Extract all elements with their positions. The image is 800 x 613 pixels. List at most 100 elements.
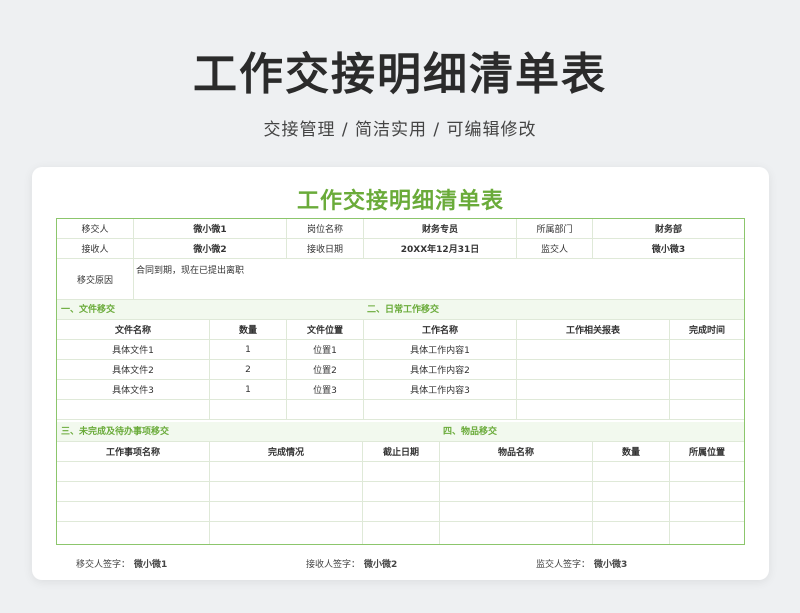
work-time-cell[interactable] [670,400,744,420]
section-work-title: 二、日常工作移交 [367,305,440,315]
file-location-cell[interactable]: 位置1 [287,340,364,360]
item-location-cell[interactable] [670,482,744,502]
table-row [57,400,744,420]
todo-name-cell[interactable] [57,522,210,544]
label-supervisor: 监交人 [517,239,593,259]
item-qty-cell[interactable] [593,522,670,544]
label-receive-date: 接收日期 [287,239,364,259]
value-supervisor[interactable]: 微小微3 [593,239,744,259]
file-qty-cell[interactable]: 2 [210,360,287,380]
sheet-title: 工作交接明细清单表 [296,189,504,214]
work-time-cell[interactable] [670,340,744,360]
signature-receiver-value[interactable]: 微小微2 [364,560,397,570]
section-files-title: 一、文件移交 [61,305,116,315]
file-name-cell[interactable]: 具体文件3 [57,380,210,400]
table-row [57,522,744,544]
label-department: 所属部门 [517,219,593,239]
todo-deadline-cell[interactable] [363,482,440,502]
file-name-cell[interactable]: 具体文件2 [57,360,210,380]
work-name-cell[interactable]: 具体工作内容1 [364,340,517,360]
item-location-cell[interactable] [670,462,744,482]
label-receiver: 接收人 [57,239,134,259]
section-todo-title: 三、未完成及待办事项移交 [61,427,170,437]
file-name-cell[interactable]: 具体文件1 [57,340,210,360]
header-item-location: 所属位置 [670,442,744,462]
label-reason: 移交原因 [57,259,134,300]
info-row-1: 移交人 微小微1 岗位名称 财务专员 所属部门 财务部 [57,219,744,239]
todo-status-cell[interactable] [210,482,363,502]
signature-handover: 移交人签字： 微小微1 [76,557,167,570]
todo-status-cell[interactable] [210,522,363,544]
section-items-title: 四、物品移交 [443,427,498,437]
work-name-cell[interactable] [364,400,517,420]
work-time-cell[interactable] [670,360,744,380]
value-receiver[interactable]: 微小微2 [134,239,287,259]
file-location-cell[interactable]: 位置2 [287,360,364,380]
table-row [57,502,744,522]
signature-receiver-label: 接收人签字： [306,560,361,570]
header-work-report: 工作相关报表 [517,320,670,340]
table-row: 具体文件1 1 位置1 具体工作内容1 [57,340,744,360]
item-location-cell[interactable] [670,502,744,522]
table-row: 具体文件3 1 位置3 具体工作内容3 [57,380,744,400]
info-row-2: 接收人 微小微2 接收日期 20XX年12月31日 监交人 微小微3 [57,239,744,259]
label-position: 岗位名称 [287,219,364,239]
file-qty-cell[interactable]: 1 [210,340,287,360]
todo-deadline-cell[interactable] [363,522,440,544]
value-department[interactable]: 财务部 [593,219,744,239]
signature-supervisor-label: 监交人签字： [536,560,591,570]
signature-handover-label: 移交人签字： [76,560,131,570]
file-name-cell[interactable] [57,400,210,420]
item-qty-cell[interactable] [593,462,670,482]
signature-handover-value[interactable]: 微小微1 [134,560,167,570]
todo-status-cell[interactable] [210,462,363,482]
item-name-cell[interactable] [440,462,593,482]
value-receive-date[interactable]: 20XX年12月31日 [364,239,517,259]
work-report-cell[interactable] [517,380,670,400]
header-item-name: 物品名称 [440,442,593,462]
file-qty-cell[interactable]: 1 [210,380,287,400]
header-file-location: 文件位置 [287,320,364,340]
work-time-cell[interactable] [670,380,744,400]
header-work-name: 工作名称 [364,320,517,340]
item-qty-cell[interactable] [593,502,670,522]
todo-status-cell[interactable] [210,502,363,522]
label-handover-person: 移交人 [57,219,134,239]
table-row [57,462,744,482]
signature-supervisor-value[interactable]: 微小微3 [594,560,627,570]
work-name-cell[interactable]: 具体工作内容2 [364,360,517,380]
page-title: 工作交接明细清单表 [193,49,607,100]
sheet-card: 工作交接明细清单表 移交人 微小微1 岗位名称 财务专员 所属部门 财务部 接收… [32,167,769,580]
todo-name-cell[interactable] [57,482,210,502]
todo-deadline-cell[interactable] [363,462,440,482]
file-location-cell[interactable]: 位置3 [287,380,364,400]
item-location-cell[interactable] [670,522,744,544]
value-handover-person[interactable]: 微小微1 [134,219,287,239]
file-location-cell[interactable] [287,400,364,420]
files-work-header-row: 文件名称 数量 文件位置 工作名称 工作相关报表 完成时间 [57,320,744,340]
work-report-cell[interactable] [517,340,670,360]
item-name-cell[interactable] [440,502,593,522]
item-name-cell[interactable] [440,482,593,502]
todo-name-cell[interactable] [57,462,210,482]
signature-supervisor: 监交人签字： 微小微3 [536,557,627,570]
header-work-time: 完成时间 [670,320,744,340]
header-file-name: 文件名称 [57,320,210,340]
header-todo-status: 完成情况 [210,442,363,462]
work-name-cell[interactable]: 具体工作内容3 [364,380,517,400]
table-row: 具体文件2 2 位置2 具体工作内容2 [57,360,744,380]
signature-receiver: 接收人签字： 微小微2 [306,557,397,570]
todo-name-cell[interactable] [57,502,210,522]
work-report-cell[interactable] [517,360,670,380]
item-name-cell[interactable] [440,522,593,544]
item-qty-cell[interactable] [593,482,670,502]
todo-deadline-cell[interactable] [363,502,440,522]
table-row [57,482,744,502]
value-position[interactable]: 财务专员 [364,219,517,239]
work-report-cell[interactable] [517,400,670,420]
page-subtitle: 交接管理 / 简洁实用 / 可编辑修改 [263,120,537,140]
todo-items-header-row: 工作事项名称 完成情况 截止日期 物品名称 数量 所属位置 [57,442,744,462]
file-qty-cell[interactable] [210,400,287,420]
header-item-qty: 数量 [593,442,670,462]
value-reason[interactable]: 合同到期，现在已提出离职 [134,259,744,300]
